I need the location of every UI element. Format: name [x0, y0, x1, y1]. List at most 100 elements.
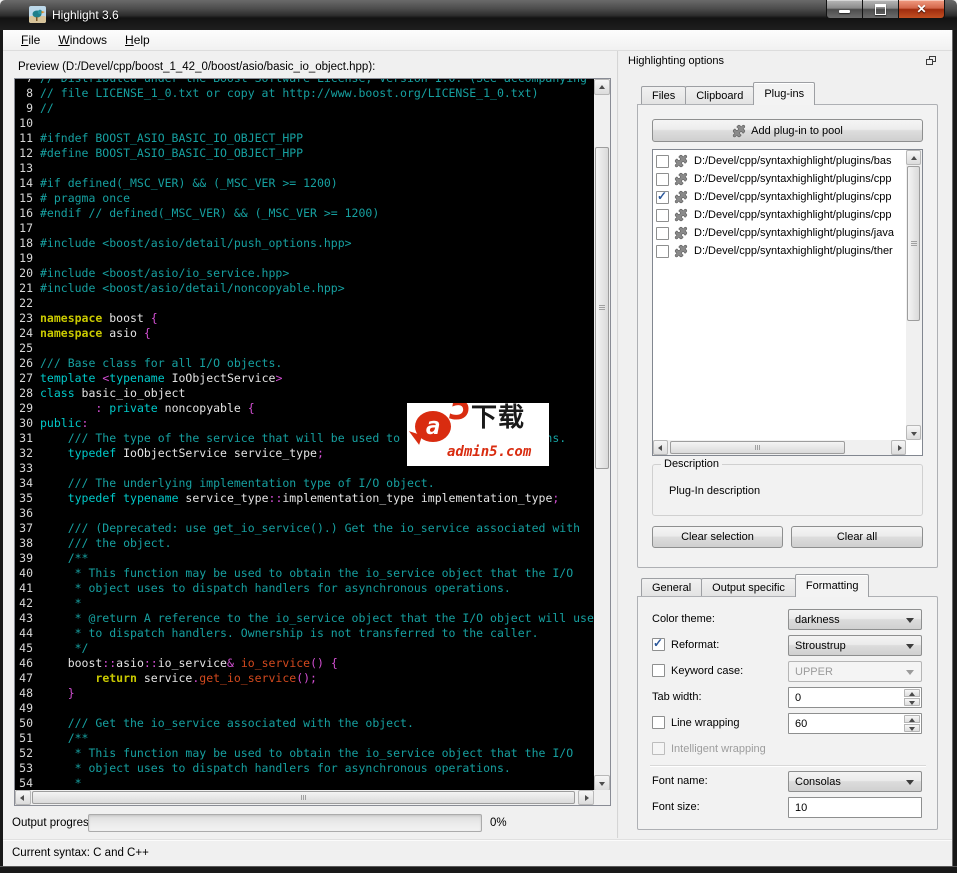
output-progress-percent: 0% — [490, 817, 507, 829]
preview-path-label: Preview (D:/Devel/cpp/boost_1_42_0/boost… — [18, 61, 375, 73]
plugin-checkbox[interactable]: ✓ — [656, 227, 669, 240]
scroll-down-icon[interactable] — [594, 775, 610, 791]
plugins-tab-bar: FilesClipboardPlug-ins — [641, 82, 814, 105]
code-vertical-scrollbar[interactable] — [594, 79, 610, 791]
font-name-label: Font name: — [652, 775, 708, 787]
chevron-down-icon — [906, 618, 914, 623]
code-line: 15# pragma once — [18, 191, 594, 206]
scroll-right-icon[interactable] — [891, 440, 906, 455]
line-wrapping-value: 60 — [795, 718, 807, 730]
code-vscroll-thumb[interactable] — [595, 147, 609, 469]
restore-button[interactable] — [863, 0, 898, 19]
tab-plug-ins[interactable]: Plug-ins — [753, 82, 815, 105]
code-line: 45 */ — [18, 641, 594, 656]
code-line: 50 /// Get the io_service associated wit… — [18, 716, 594, 731]
line-wrapping-checkbox[interactable]: ✓ — [652, 716, 665, 729]
tab-clipboard[interactable]: Clipboard — [685, 86, 754, 105]
scroll-down-icon[interactable] — [906, 425, 921, 440]
line-number: 49 — [18, 701, 33, 716]
tab-output-specific[interactable]: Output specific — [701, 578, 796, 597]
plugin-description-text: Plug-In description — [669, 485, 760, 497]
clear-selection-button[interactable]: Clear selection — [652, 526, 783, 548]
code-line: 7// Distributed under the Boost Software… — [18, 79, 594, 86]
spin-up-icon[interactable] — [904, 689, 920, 697]
dock-splitter[interactable] — [617, 51, 619, 838]
code-line: 10 — [18, 116, 594, 131]
dock-header: Highlighting options — [622, 53, 946, 71]
code-line: 36 — [18, 506, 594, 521]
float-panel-icon — [926, 56, 937, 67]
plugin-checkbox[interactable]: ✓ — [656, 191, 669, 204]
plugin-item[interactable]: ✓D:/Devel/cpp/syntaxhighlight/plugins/ja… — [653, 224, 906, 242]
plugin-list: ✓ D:/Devel/cpp/syntaxhighlight/plugins/ba… — [652, 149, 923, 456]
scroll-right-icon[interactable] — [578, 790, 594, 805]
scroll-left-icon[interactable] — [15, 790, 31, 805]
menu-file[interactable]: File — [15, 31, 46, 49]
plugin-list-hscrollbar[interactable] — [653, 440, 906, 455]
float-panel-button[interactable] — [924, 54, 938, 68]
tab-width-spinner[interactable]: 0 — [788, 687, 922, 708]
plugin-list-hthumb[interactable] — [670, 441, 845, 454]
tab-formatting[interactable]: Formatting — [795, 574, 870, 597]
spin-up-icon[interactable] — [904, 715, 920, 723]
plugin-item[interactable]: ✓D:/Devel/cpp/syntaxhighlight/plugins/cp… — [653, 206, 906, 224]
spin-down-icon[interactable] — [904, 698, 920, 706]
plugin-list-vscrollbar[interactable] — [906, 150, 922, 440]
font-size-input[interactable]: 10 — [788, 797, 922, 818]
form-divider — [650, 765, 926, 766]
plugin-path: D:/Devel/cpp/syntaxhighlight/plugins/bas — [694, 155, 892, 167]
code-line: 22 — [18, 296, 594, 311]
close-button[interactable]: ✕ — [898, 0, 945, 19]
line-number: 54 — [18, 776, 33, 790]
plugin-list-vthumb[interactable] — [907, 166, 920, 321]
code-line: 42 * — [18, 596, 594, 611]
line-number: 9 — [18, 101, 33, 116]
plugin-item[interactable]: ✓D:/Devel/cpp/syntaxhighlight/plugins/th… — [653, 242, 906, 260]
menu-help[interactable]: Help — [119, 31, 156, 49]
font-name-select[interactable]: Consolas — [788, 771, 922, 792]
tab-general[interactable]: General — [641, 578, 702, 597]
plugin-checkbox[interactable]: ✓ — [656, 209, 669, 222]
puzzle-icon — [674, 208, 688, 222]
plugin-path: D:/Devel/cpp/syntaxhighlight/plugins/cpp — [694, 173, 892, 185]
add-plugin-button[interactable]: Add plug-in to pool — [652, 119, 923, 142]
clear-all-button[interactable]: Clear all — [791, 526, 923, 548]
code-preview-widget: 7// Distributed under the Boost Software… — [14, 78, 611, 806]
reformat-select[interactable]: Stroustrup — [788, 635, 922, 656]
plugin-checkbox[interactable]: ✓ — [656, 245, 669, 258]
window-border-right[interactable] — [952, 30, 957, 873]
line-number: 36 — [18, 506, 33, 521]
line-number: 42 — [18, 596, 33, 611]
code-hscroll-thumb[interactable] — [32, 791, 575, 804]
scroll-left-icon[interactable] — [653, 440, 668, 455]
color-theme-select[interactable]: darkness — [788, 609, 922, 630]
line-number: 22 — [18, 296, 33, 311]
plugin-checkbox[interactable]: ✓ — [656, 155, 669, 168]
line-number: 38 — [18, 536, 33, 551]
code-preview[interactable]: 7// Distributed under the Boost Software… — [15, 79, 594, 790]
plugin-checkbox[interactable]: ✓ — [656, 173, 669, 186]
tab-files[interactable]: Files — [641, 86, 686, 105]
line-wrapping-spinner[interactable]: 60 — [788, 713, 922, 734]
reformat-checkbox[interactable]: ✓ — [652, 638, 665, 651]
line-number: 40 — [18, 566, 33, 581]
check-icon: ✓ — [657, 189, 667, 203]
code-line: 11#ifndef BOOST_ASIO_BASIC_IO_OBJECT_HPP — [18, 131, 594, 146]
chevron-down-icon — [906, 670, 914, 675]
plugin-item[interactable]: ✓ D:/Devel/cpp/syntaxhighlight/plugins/cp… — [653, 170, 906, 188]
window-border-bottom[interactable] — [0, 866, 957, 873]
minimize-button[interactable] — [826, 0, 863, 19]
line-number: 7 — [18, 79, 33, 86]
code-line: 37 /// (Deprecated: use get_io_service()… — [18, 521, 594, 536]
code-line: 8// file LICENSE_1_0.txt or copy at http… — [18, 86, 594, 101]
puzzle-icon — [674, 154, 688, 168]
spin-down-icon[interactable] — [904, 724, 920, 732]
scroll-up-icon[interactable] — [594, 79, 610, 95]
scroll-up-icon[interactable] — [906, 150, 921, 165]
keyword-case-checkbox[interactable]: ✓ — [652, 664, 665, 677]
tab-width-value: 0 — [795, 692, 801, 704]
menu-windows[interactable]: Windows — [52, 31, 113, 49]
plugin-item[interactable]: ✓D:/Devel/cpp/syntaxhighlight/plugins/cp… — [653, 188, 906, 206]
code-horizontal-scrollbar[interactable] — [15, 790, 594, 805]
plugin-item[interactable]: ✓ D:/Devel/cpp/syntaxhighlight/plugins/ba… — [653, 152, 906, 170]
